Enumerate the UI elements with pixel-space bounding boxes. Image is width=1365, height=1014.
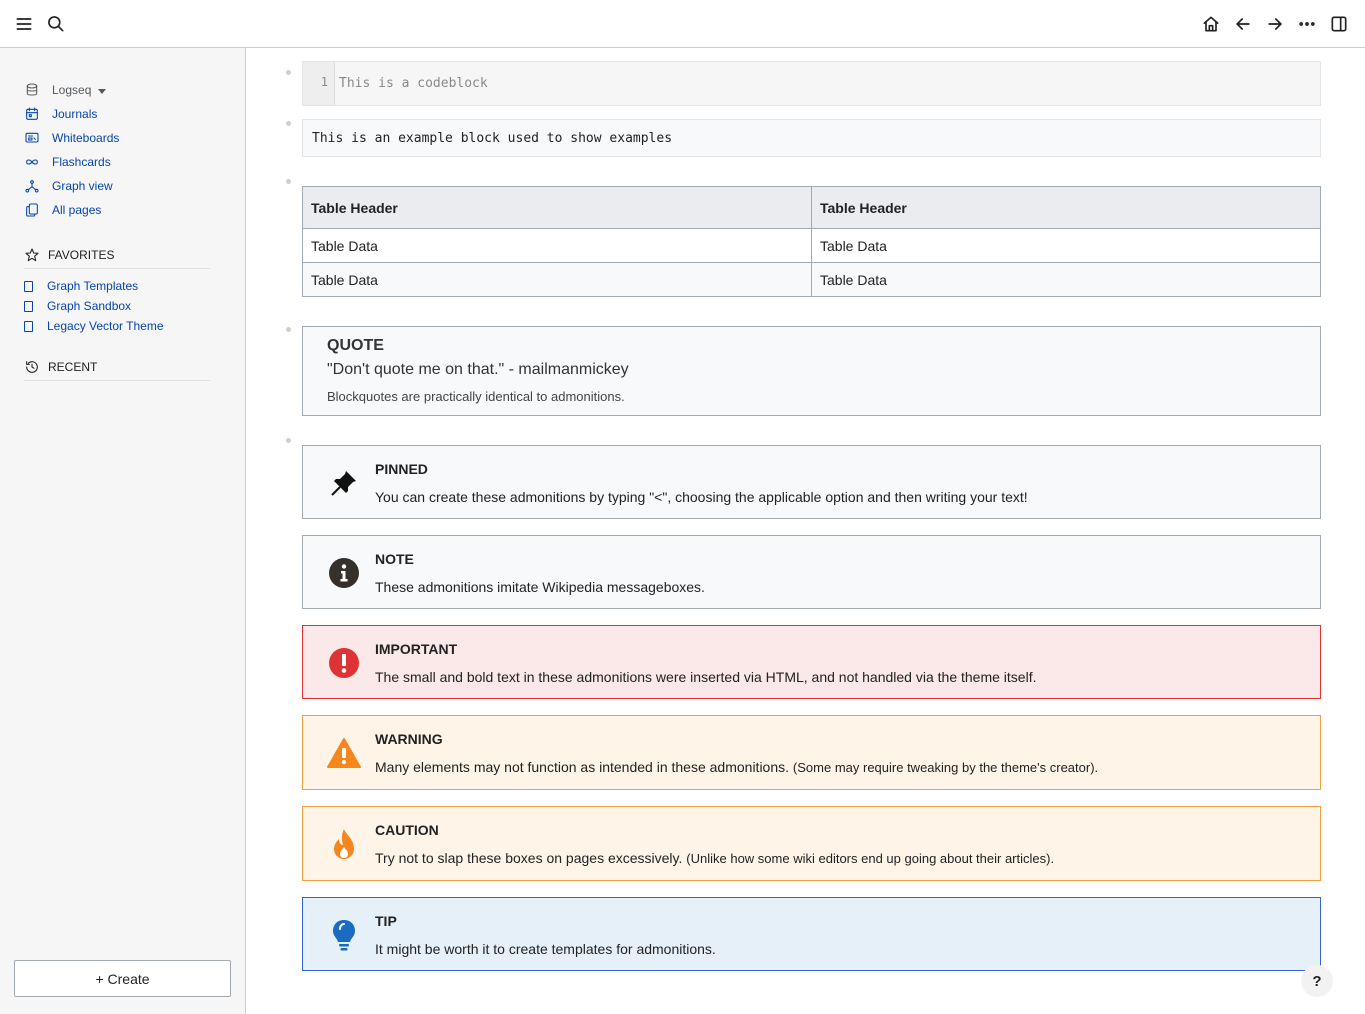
table-cell: Table Data xyxy=(811,262,1321,297)
admonition-body: You can create these admonitions by typi… xyxy=(375,489,1028,505)
block-bullet[interactable] xyxy=(286,179,291,184)
sidebar-item-all-pages[interactable]: All pages xyxy=(24,200,101,220)
favorite-label: Graph Sandbox xyxy=(47,299,132,313)
arrow-right-icon[interactable] xyxy=(1263,12,1287,36)
warning-triangle-icon xyxy=(327,736,361,770)
admonition-body: The small and bold text in these admonit… xyxy=(375,669,1036,685)
home-icon[interactable] xyxy=(1199,12,1223,36)
sidebar-item-label: Journals xyxy=(52,107,98,121)
favorites-header[interactable]: FAVORITES xyxy=(24,247,210,269)
page-icon xyxy=(24,280,33,292)
star-icon xyxy=(25,247,39,261)
infinity-icon xyxy=(26,159,38,165)
admonition-important: IMPORTANT The small and bold text in the… xyxy=(302,625,1321,699)
history-icon xyxy=(26,360,38,373)
quote-title: QUOTE xyxy=(327,337,384,354)
admonition-title: PINNED xyxy=(375,461,428,477)
sidebar-item-label: Whiteboards xyxy=(52,131,120,145)
admonition-warning: WARNING Many elements may not function a… xyxy=(302,715,1321,790)
search-icon[interactable] xyxy=(44,12,68,36)
page-icon xyxy=(24,300,33,312)
data-table: Table Header Table Header Table Data Tab… xyxy=(302,186,1321,297)
admonition-pinned: PINNED You can create these admonitions … xyxy=(302,445,1321,519)
admonition-text: Many elements may not function as intend… xyxy=(375,759,790,775)
admonition-title: TIP xyxy=(375,913,397,929)
admonition-text: The small and bold text in these admonit… xyxy=(375,669,1037,685)
calendar-icon xyxy=(26,107,38,120)
favorite-label: Legacy Vector Theme xyxy=(47,319,164,333)
favorite-item[interactable]: Graph Sandbox xyxy=(24,298,131,314)
quote-body: "Don't quote me on that." - mailmanmicke… xyxy=(327,361,629,378)
code-block[interactable]: 1 This is a codeblock xyxy=(302,61,1321,106)
admonition-body: Try not to slap these boxes on pages exc… xyxy=(375,850,1054,866)
table-cell: Table Data xyxy=(302,228,812,263)
pin-icon xyxy=(327,466,361,500)
admonition-note: NOTE These admonitions imitate Wikipedia… xyxy=(302,535,1321,609)
database-icon xyxy=(26,83,38,96)
graph-selector[interactable]: Logseq xyxy=(24,80,107,100)
flame-icon xyxy=(327,827,361,861)
favorites-label: FAVORITES xyxy=(48,247,115,262)
admonition-title: WARNING xyxy=(375,731,443,747)
block-bullet[interactable] xyxy=(286,327,291,332)
table-header-cell: Table Header xyxy=(811,186,1321,229)
sidebar-item-label: Flashcards xyxy=(52,155,111,169)
admonition-text: These admonitions imitate Wikipedia mess… xyxy=(375,579,705,595)
arrow-left-icon[interactable] xyxy=(1231,12,1255,36)
admonition-body: Many elements may not function as intend… xyxy=(375,759,1098,775)
admonition-title: CAUTION xyxy=(375,822,439,838)
right-sidebar-icon[interactable] xyxy=(1327,12,1351,36)
table-row: Table Data Table Data xyxy=(302,262,1321,297)
sidebar-item-journals[interactable]: Journals xyxy=(24,104,97,124)
sidebar-item-label: All pages xyxy=(52,203,102,217)
block-bullet[interactable] xyxy=(286,121,291,126)
admonition-title: NOTE xyxy=(375,551,414,567)
whiteboard-icon xyxy=(25,132,39,143)
top-bar xyxy=(0,0,1365,48)
table-cell: Table Data xyxy=(811,228,1321,263)
table-cell: Table Data xyxy=(302,262,812,297)
block-bullet[interactable] xyxy=(286,438,291,443)
create-button[interactable]: + Create xyxy=(14,960,231,997)
graph-icon xyxy=(25,180,39,193)
lightbulb-icon xyxy=(327,918,361,952)
info-icon xyxy=(327,556,361,590)
sidebar-item-graph-view[interactable]: Graph view xyxy=(24,176,113,196)
quote-block: QUOTE "Don't quote me on that." - mailma… xyxy=(302,326,1321,416)
admonition-small-text: (Unlike how some wiki editors end up goi… xyxy=(686,851,1055,866)
sidebar-item-whiteboards[interactable]: Whiteboards xyxy=(24,128,119,148)
admonition-small-text: (Some may require tweaking by the theme'… xyxy=(792,760,1099,775)
admonition-body: These admonitions imitate Wikipedia mess… xyxy=(375,579,705,595)
admonition-title: IMPORTANT xyxy=(375,641,458,657)
recent-label: RECENT xyxy=(48,359,98,374)
quote-note: Blockquotes are practically identical to… xyxy=(327,389,625,404)
sidebar-item-label: Graph view xyxy=(52,179,113,193)
favorite-item[interactable]: Legacy Vector Theme xyxy=(24,318,164,334)
pages-icon xyxy=(26,203,38,217)
graph-name: Logseq xyxy=(52,83,92,97)
favorite-label: Graph Templates xyxy=(47,279,139,293)
exclamation-icon xyxy=(327,646,361,680)
recent-header[interactable]: RECENT xyxy=(24,359,210,381)
admonition-tip: TIP It might be worth it to create templ… xyxy=(302,897,1321,971)
sidebar-item-flashcards[interactable]: Flashcards xyxy=(24,152,111,172)
code-text: This is a codeblock xyxy=(339,76,488,91)
favorite-item[interactable]: Graph Templates xyxy=(24,278,138,294)
admonition-text: Try not to slap these boxes on pages exc… xyxy=(375,850,683,866)
table-row: Table Data Table Data xyxy=(302,228,1321,263)
admonition-text: It might be worth it to create templates… xyxy=(375,941,716,957)
admonition-text: You can create these admonitions by typi… xyxy=(375,489,1028,505)
block-bullet[interactable] xyxy=(286,70,291,75)
admonition-caution: CAUTION Try not to slap these boxes on p… xyxy=(302,806,1321,881)
left-sidebar: Logseq Journals Whiteboards Flashcards G… xyxy=(0,48,246,1014)
admonition-body: It might be worth it to create templates… xyxy=(375,941,716,957)
help-button[interactable]: ? xyxy=(1301,965,1333,997)
example-block[interactable]: This is an example block used to show ex… xyxy=(302,119,1321,157)
line-number: 1 xyxy=(303,62,335,105)
more-icon[interactable] xyxy=(1295,12,1319,36)
menu-icon[interactable] xyxy=(12,12,36,36)
page-icon xyxy=(24,320,33,332)
table-header-cell: Table Header xyxy=(302,186,812,229)
chevron-down-icon xyxy=(98,88,107,94)
